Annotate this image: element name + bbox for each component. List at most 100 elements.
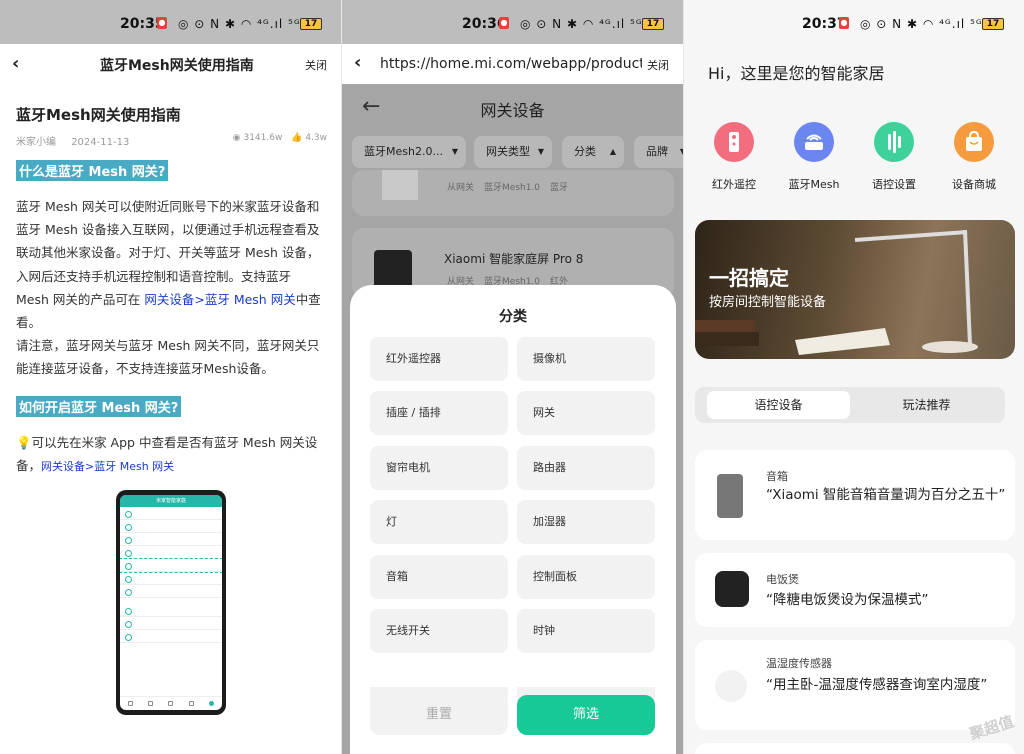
quick-device-store[interactable]: 设备商城 bbox=[942, 122, 1006, 192]
category-option[interactable]: 窗帘电机 bbox=[370, 446, 508, 490]
tab-voice-devices[interactable]: 语控设备 bbox=[707, 391, 850, 419]
category-option[interactable]: 无线开关 bbox=[370, 609, 508, 653]
voice-command: “用主卧-温湿度传感器查询室内湿度” bbox=[766, 677, 988, 693]
phone-row bbox=[120, 617, 222, 630]
filter-label: 蓝牙Mesh2.0... bbox=[364, 145, 443, 158]
battery-icon: 17 bbox=[300, 18, 322, 30]
quick-label: 红外遥控 bbox=[712, 178, 756, 191]
record-icon: ● bbox=[839, 17, 849, 29]
voice-command: “Xiaomi 智能音箱音量调为百分之五十” bbox=[766, 487, 1006, 503]
phone-row bbox=[120, 604, 222, 617]
category-option[interactable]: 加湿器 bbox=[517, 500, 655, 544]
status-icons: ◎ ⊙ N ✱ ◠ ⁴ᴳ.ıl ⁵ᴳ.ıl bbox=[520, 17, 657, 31]
category-option[interactable]: 灯 bbox=[370, 500, 508, 544]
filter-label: 分类 bbox=[574, 145, 596, 158]
home-screen: 20:37 ● ◎ ⊙ N ✱ ◠ ⁴ᴳ.ıl ⁵ᴳ.ıl 17 Hi，这里是您… bbox=[684, 0, 1024, 754]
category-option[interactable]: 摄像机 bbox=[517, 337, 655, 381]
phone-header: 米家智能家庭 bbox=[120, 495, 222, 507]
device-card[interactable]: 从网关 蓝牙Mesh1.0 蓝牙 bbox=[352, 170, 674, 216]
article-meta: 米家小编 2024-11-13 bbox=[16, 133, 141, 148]
category-option[interactable]: 控制面板 bbox=[517, 555, 655, 599]
quick-ir-remote[interactable]: 红外遥控 bbox=[702, 122, 766, 192]
voice-device-card[interactable]: 电饭煲 “降糖电饭煲设为保温模式” bbox=[695, 553, 1015, 627]
filter-gateway-type[interactable]: 网关类型 ▼ bbox=[474, 136, 552, 168]
quick-label: 语控设置 bbox=[872, 178, 916, 191]
phone-row bbox=[120, 507, 222, 520]
category-option[interactable]: 红外遥控器 bbox=[370, 337, 508, 381]
phone-row-highlighted bbox=[120, 558, 222, 573]
device-name: Xiaomi 智能家庭屏 Pro 8 bbox=[444, 252, 584, 266]
filter-brand[interactable]: 品牌 ▼ bbox=[634, 136, 683, 168]
sensor-image bbox=[715, 670, 747, 702]
record-icon: ● bbox=[499, 17, 509, 29]
category-option[interactable]: 路由器 bbox=[517, 446, 655, 490]
device-tags: 从网关 蓝牙Mesh1.0 蓝牙 bbox=[447, 183, 569, 193]
apply-filter-button[interactable]: 筛选 bbox=[517, 695, 655, 735]
paragraph-how: 💡可以先在米家 App 中查看是否有蓝牙 Mesh 网关设备，网关设备>蓝牙 M… bbox=[16, 431, 326, 478]
voice-command: “降糖电饭煲设为保温模式” bbox=[766, 592, 929, 608]
sheet-title: 分类 bbox=[499, 309, 527, 325]
status-bar: 20:35 ● ◎ ⊙ N ✱ ◠ ⁴ᴳ.ıl ⁵ᴳ.ıl 17 bbox=[0, 0, 341, 44]
banner-title: 一招搞定 bbox=[709, 266, 789, 290]
caret-down-icon: ▼ bbox=[537, 147, 544, 156]
battery-icon: 17 bbox=[982, 18, 1004, 30]
filter-category[interactable]: 分类 ▲ bbox=[562, 136, 624, 168]
status-icons: ◎ ⊙ N ✱ ◠ ⁴ᴳ.ıl ⁵ᴳ.ıl bbox=[860, 17, 997, 31]
gateway-link[interactable]: 网关设备>蓝牙 Mesh 网关 bbox=[144, 292, 295, 307]
phone-tabbar bbox=[120, 696, 222, 710]
paragraph-intro: 蓝牙 Mesh 网关可以使附近同账号下的米家蓝牙设备和蓝牙 Mesh 设备接入互… bbox=[16, 195, 326, 381]
filter-protocol[interactable]: 蓝牙Mesh2.0... ▼ bbox=[352, 136, 466, 168]
category-option[interactable]: 网关 bbox=[517, 391, 655, 435]
device-category: 音箱 bbox=[766, 470, 788, 483]
tab-recommendations[interactable]: 玩法推荐 bbox=[855, 391, 998, 419]
phone-row bbox=[120, 520, 222, 533]
voice-icon bbox=[874, 122, 914, 162]
thumb-up-icon[interactable]: 👍 bbox=[291, 133, 302, 143]
sheet-fade bbox=[350, 657, 676, 687]
article-heading: 蓝牙Mesh网关使用指南 bbox=[16, 106, 181, 124]
publish-date: 2024-11-13 bbox=[71, 137, 130, 148]
voice-device-card[interactable]: 温湿度传感器 “用主卧-温湿度传感器查询室内湿度” bbox=[695, 640, 1015, 730]
segment-tabs: 语控设备 玩法推荐 bbox=[695, 387, 1005, 423]
rice-cooker-image bbox=[715, 571, 749, 607]
quick-voice-settings[interactable]: 语控设置 bbox=[862, 122, 926, 192]
promo-banner[interactable]: 一招搞定 按房间控制智能设备 bbox=[695, 220, 1015, 359]
article-stats: ◉ 3141.6w 👍 4.3w bbox=[233, 133, 327, 143]
gateway-link-2[interactable]: 网关设备>蓝牙 Mesh 网关 bbox=[41, 460, 174, 473]
reset-button[interactable]: 重置 bbox=[370, 695, 508, 735]
speaker-image bbox=[717, 474, 743, 518]
nav-title: 蓝牙Mesh网关使用指南 bbox=[100, 58, 254, 74]
page-url[interactable]: https://home.mi.com/webapp/product/g... bbox=[380, 56, 642, 72]
device-category: 温湿度传感器 bbox=[766, 657, 832, 670]
category-option[interactable]: 音箱 bbox=[370, 555, 508, 599]
phone-screenshot-image: 米家智能家庭 bbox=[116, 490, 226, 715]
lightbulb-icon: 💡 bbox=[16, 435, 32, 450]
quick-label: 蓝牙Mesh bbox=[788, 178, 840, 191]
phone-row bbox=[120, 533, 222, 546]
status-icons: ◎ ⊙ N ✱ ◠ ⁴ᴳ.ıl ⁵ᴳ.ıl bbox=[178, 17, 315, 31]
filter-label: 品牌 bbox=[646, 145, 668, 158]
voice-device-card[interactable] bbox=[695, 743, 1015, 754]
record-icon: ● bbox=[157, 17, 167, 29]
phone-row bbox=[120, 630, 222, 643]
battery-icon: 17 bbox=[642, 18, 664, 30]
category-option[interactable]: 时钟 bbox=[517, 609, 655, 653]
device-image bbox=[382, 170, 418, 200]
quick-label: 设备商城 bbox=[952, 178, 996, 191]
quick-bluetooth-mesh[interactable]: 蓝牙Mesh bbox=[782, 122, 846, 192]
back-icon[interactable]: ‹ bbox=[12, 53, 19, 74]
section-heading-what: 什么是蓝牙 Mesh 网关? bbox=[16, 160, 169, 181]
eye-icon: ◉ bbox=[232, 133, 241, 143]
category-sheet: 分类 红外遥控器 摄像机 插座 / 插排 网关 窗帘电机 路由器 灯 加湿器 音… bbox=[350, 285, 676, 754]
caret-up-icon: ▲ bbox=[609, 147, 616, 156]
close-button[interactable]: 关闭 bbox=[647, 57, 669, 73]
filter-label: 网关类型 bbox=[486, 145, 530, 158]
voice-device-card[interactable]: 音箱 “Xiaomi 智能音箱音量调为百分之五十” bbox=[695, 450, 1015, 540]
close-button[interactable]: 关闭 bbox=[305, 57, 327, 73]
category-option[interactable]: 插座 / 插排 bbox=[370, 391, 508, 435]
page-title: 网关设备 bbox=[480, 101, 545, 120]
banner-subtitle: 按房间控制智能设备 bbox=[709, 295, 827, 310]
author: 米家小编 bbox=[16, 137, 56, 148]
back-icon[interactable]: ‹ bbox=[354, 52, 361, 73]
device-category: 电饭煲 bbox=[766, 573, 799, 586]
